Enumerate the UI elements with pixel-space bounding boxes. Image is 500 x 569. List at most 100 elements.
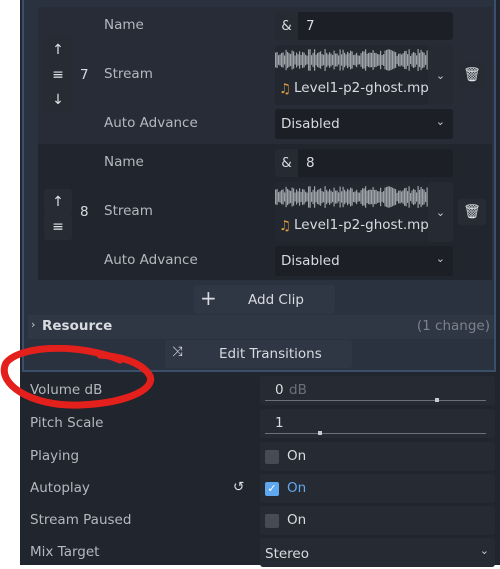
edit-transitions-button[interactable]: ⤨ Edit Transitions	[165, 340, 352, 368]
slider-track	[265, 400, 486, 401]
waveform-bar	[309, 49, 311, 71]
stream-label: Stream	[104, 203, 153, 219]
waveform-bar	[335, 53, 337, 67]
waveform-bar	[351, 188, 353, 206]
waveform-bar	[417, 186, 419, 208]
stream-paused-checkbox[interactable]: On	[260, 506, 495, 535]
waveform-bar	[291, 50, 293, 70]
waveform-bar	[332, 191, 334, 203]
stream-resource-picker[interactable]: ♫ Level1-p2-ghost.mp	[275, 182, 429, 242]
waveform-bar	[396, 55, 398, 65]
checkbox-unchecked-icon	[265, 514, 279, 528]
waveform-bar	[354, 191, 356, 203]
stream-resource-picker[interactable]: ♫ Level1-p2-ghost.mp	[275, 45, 429, 105]
waveform-bar	[327, 191, 329, 203]
waveform-bar	[348, 53, 350, 67]
waveform-bar	[338, 192, 340, 202]
delete-clip-button[interactable]: 🗑	[458, 62, 486, 88]
waveform-bar	[395, 189, 397, 205]
waveform-bar	[275, 189, 277, 205]
playing-checkbox[interactable]: On	[260, 442, 495, 471]
waveform-bar	[306, 192, 308, 202]
waveform-bar	[342, 49, 344, 71]
waveform-bar	[354, 54, 356, 66]
waveform-bar	[297, 191, 299, 203]
plus-icon: +	[200, 286, 217, 310]
waveform-bar	[308, 49, 310, 71]
chevron-down-icon: ⌄	[479, 544, 489, 557]
audio-file-icon: ♫	[279, 218, 292, 234]
mix-target-label: Mix Target	[30, 544, 100, 560]
shuffle-icon: ⤨	[172, 344, 183, 360]
name-field[interactable]: & 7	[275, 12, 453, 40]
delete-clip-button[interactable]: 🗑	[458, 199, 486, 225]
move-up-button[interactable]: ↑	[44, 37, 72, 63]
add-clip-label: Add Clip	[248, 292, 304, 308]
move-up-button[interactable]: ↑	[44, 189, 72, 215]
move-down-button[interactable]: ↓	[44, 87, 72, 113]
waveform-bar	[368, 52, 370, 68]
trash-icon: 🗑	[463, 67, 481, 83]
auto-advance-label: Auto Advance	[104, 115, 198, 131]
waveform-bar	[288, 53, 290, 67]
playing-label: Playing	[30, 448, 80, 464]
resource-section-header[interactable]: › Resource (1 change)	[28, 315, 494, 339]
revert-icon[interactable]: ↺	[233, 479, 244, 495]
add-clip-button[interactable]: + Add Clip	[194, 285, 335, 314]
autoplay-checkbox[interactable]: ✓ On	[260, 474, 495, 503]
waveform-bar	[416, 55, 418, 65]
waveform-bar	[383, 54, 385, 66]
mix-target-select[interactable]: Stereo ⌄	[260, 538, 495, 567]
waveform-bar	[350, 187, 352, 207]
name-field[interactable]: & 8	[275, 149, 453, 177]
waveform-bar	[392, 50, 394, 70]
waveform-bar	[402, 190, 404, 204]
waveform-bar	[350, 50, 352, 70]
drag-handle-icon[interactable]: ≡	[44, 214, 72, 240]
volume-db-slider[interactable]: 0 dB	[260, 376, 495, 405]
waveform-bar	[347, 188, 349, 206]
waveform-bar	[335, 190, 337, 204]
waveform-bar	[396, 192, 398, 202]
waveform-bar	[366, 53, 368, 67]
waveform-bar	[401, 54, 403, 66]
waveform-bar	[384, 187, 386, 207]
waveform-bar	[395, 52, 397, 68]
waveform-bar	[392, 187, 394, 207]
waveform-bar	[317, 190, 319, 204]
waveform-bar	[372, 50, 374, 70]
drag-handle-icon[interactable]: ≡	[44, 62, 72, 88]
waveform-bar	[362, 51, 364, 69]
waveform-bar	[317, 53, 319, 67]
stream-paused-label: Stream Paused	[30, 512, 132, 528]
waveform-bar	[311, 55, 313, 65]
waveform-bar	[287, 51, 289, 69]
waveform-bar	[416, 192, 418, 202]
waveform-bar	[333, 187, 335, 207]
waveform-bar	[327, 54, 329, 66]
waveform-bar	[408, 49, 410, 71]
stream-dropdown-button[interactable]: ⌄	[428, 45, 453, 105]
waveform-bar	[387, 186, 389, 208]
waveform-bar	[375, 52, 377, 68]
waveform-bar	[422, 51, 424, 69]
waveform-bar	[315, 54, 317, 66]
slider-grabber[interactable]	[318, 431, 323, 435]
pitch-scale-slider[interactable]: 1	[260, 409, 495, 438]
stream-paused-text: On	[287, 512, 307, 528]
waveform-bar	[278, 55, 280, 65]
slider-grabber[interactable]	[435, 398, 440, 402]
auto-advance-select[interactable]: Disabled ⌄	[275, 246, 453, 276]
waveform-bar	[398, 190, 400, 204]
waveform-bar	[359, 55, 361, 65]
waveform-bar	[312, 189, 314, 205]
waveform-bar	[348, 190, 350, 204]
waveform-bar	[294, 192, 296, 202]
volume-unit: dB	[289, 382, 307, 398]
waveform-bar	[336, 190, 338, 204]
stream-dropdown-button[interactable]: ⌄	[428, 182, 453, 242]
auto-advance-select[interactable]: Disabled ⌄	[275, 109, 453, 139]
edit-transitions-label: Edit Transitions	[219, 346, 322, 362]
waveform-bar	[356, 52, 358, 68]
waveform-bar	[413, 51, 415, 69]
